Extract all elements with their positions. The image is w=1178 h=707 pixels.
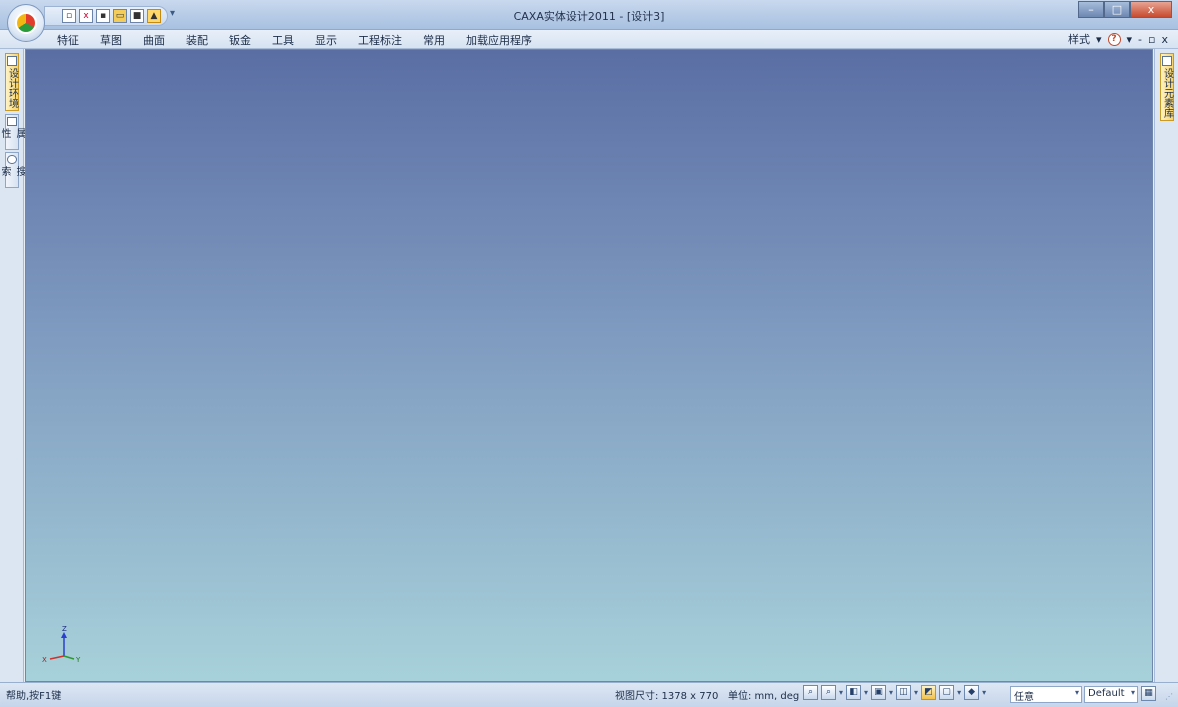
view-orient-dropdown-icon[interactable]: ▾ — [864, 688, 868, 697]
doc-restore-button[interactable]: ▫ — [1148, 33, 1155, 46]
tab-design-library[interactable]: 设计元素库 — [1160, 53, 1174, 121]
properties-icon — [7, 117, 17, 127]
axis-triad: Z X Y — [42, 625, 81, 663]
view-orient-icon[interactable]: ◧ — [846, 685, 862, 700]
tab-search[interactable]: 搜索 — [0, 152, 25, 188]
window-title: CAXA实体设计2011 - [设计3] — [513, 10, 665, 23]
status-bar: 帮助,按F1键 视图尺寸: 1378 x 770 单位: mm, deg ⌕ ⌕… — [0, 682, 1178, 707]
left-panel-strip: 设计环境 属性 搜索 — [0, 49, 25, 682]
style-menu[interactable]: 样式 — [1068, 31, 1090, 47]
3d-viewport[interactable]: Z X Y — [25, 49, 1153, 682]
zoom-icon[interactable]: ⌕ — [821, 685, 836, 700]
ribbon-tabs: 特征 草图 曲面 装配 钣金 工具 显示 工程标注 常用 加载应用程序 — [57, 32, 553, 48]
tab-label: 属性 — [0, 128, 25, 139]
maximize-button[interactable]: □ — [1104, 1, 1130, 18]
units-readout: 单位: mm, deg — [728, 691, 800, 702]
zoom-fit-icon[interactable]: ⌕ — [803, 685, 818, 700]
tab-label: 搜索 — [0, 166, 25, 177]
menu-right-controls: 样式 ▾ ? ▾ - ▫ x — [1068, 31, 1168, 47]
selection-filter-select[interactable]: 任意 ▾ — [1010, 686, 1082, 703]
display-style-icon[interactable]: ◆ — [964, 685, 980, 700]
tab-addins[interactable]: 加载应用程序 — [466, 32, 532, 48]
window-controls: – □ x — [1078, 1, 1172, 18]
tab-label: 设计元素库 — [1161, 68, 1173, 118]
search-icon — [7, 155, 17, 165]
chevron-down-icon: ▾ — [1074, 688, 1079, 697]
title-bar: ▫ x ▪ ▭ ■ ▲ ▾ CAXA实体设计2011 - [设计3] – □ x — [0, 0, 1178, 30]
tab-annotation[interactable]: 工程标注 — [358, 32, 402, 48]
caxa-logo-icon — [15, 12, 37, 34]
tab-design-environment[interactable]: 设计环境 — [5, 53, 19, 111]
display-style-dropdown-icon[interactable]: ▾ — [982, 688, 986, 697]
tab-properties[interactable]: 属性 — [0, 114, 25, 150]
shading-dropdown-icon[interactable]: ▾ — [957, 688, 961, 697]
right-panel-strip: 设计元素库 — [1154, 49, 1178, 682]
help-dropdown-icon[interactable]: ▾ — [1127, 33, 1133, 46]
view-size-readout: 视图尺寸: 1378 x 770 — [615, 691, 719, 702]
tab-common[interactable]: 常用 — [423, 32, 445, 48]
standard-views-dropdown-icon[interactable]: ▾ — [889, 688, 893, 697]
tab-assembly[interactable]: 装配 — [186, 32, 208, 48]
tab-display[interactable]: 显示 — [315, 32, 337, 48]
zoom-dropdown-icon[interactable]: ▾ — [839, 688, 843, 697]
render-mode-icon[interactable]: ◩ — [921, 685, 937, 700]
style-dropdown-icon[interactable]: ▾ — [1096, 33, 1102, 46]
tab-feature[interactable]: 特征 — [57, 32, 79, 48]
render-style-select[interactable]: Default ▾ — [1084, 686, 1138, 703]
design-environment-icon — [7, 56, 17, 66]
design-library-icon — [1162, 56, 1172, 66]
application-menu-button[interactable] — [7, 4, 45, 42]
standard-views-icon[interactable]: ▣ — [871, 685, 887, 700]
tab-sheet-metal[interactable]: 钣金 — [229, 32, 251, 48]
selection-filter-value: 任意 — [1014, 692, 1034, 703]
y-axis-line — [63, 655, 75, 660]
resize-grip-icon[interactable]: ⋰ — [1165, 692, 1175, 702]
y-axis-label: Y — [75, 656, 81, 663]
network-icon[interactable]: ▦ — [1141, 686, 1156, 701]
menu-bar: 特征 草图 曲面 装配 钣金 工具 显示 工程标注 常用 加载应用程序 样式 ▾… — [0, 30, 1178, 49]
chevron-down-icon: ▾ — [1130, 688, 1135, 697]
help-icon[interactable]: ? — [1107, 32, 1121, 46]
view-toolbar: ⌕ ⌕ ▾ ◧ ▾ ▣ ▾ ◫ ▾ ◩ ▢ ▾ ◆ ▾ — [803, 685, 986, 700]
camera-icon[interactable]: ◫ — [896, 685, 912, 700]
minimize-button[interactable]: – — [1078, 1, 1104, 18]
tab-sketch[interactable]: 草图 — [100, 32, 122, 48]
camera-dropdown-icon[interactable]: ▾ — [914, 688, 918, 697]
tab-label: 设计环境 — [6, 68, 18, 108]
doc-close-button[interactable]: x — [1161, 33, 1168, 46]
doc-minimize-button[interactable]: - — [1138, 33, 1142, 46]
tab-tools[interactable]: 工具 — [272, 32, 294, 48]
tab-surface[interactable]: 曲面 — [143, 32, 165, 48]
z-axis-label: Z — [62, 625, 67, 633]
x-axis-line — [49, 655, 65, 660]
render-style-value: Default — [1088, 688, 1125, 699]
status-help-text: 帮助,按F1键 — [6, 691, 62, 702]
shading-icon[interactable]: ▢ — [939, 685, 955, 700]
close-button[interactable]: x — [1130, 1, 1172, 18]
x-axis-label: X — [42, 656, 47, 663]
